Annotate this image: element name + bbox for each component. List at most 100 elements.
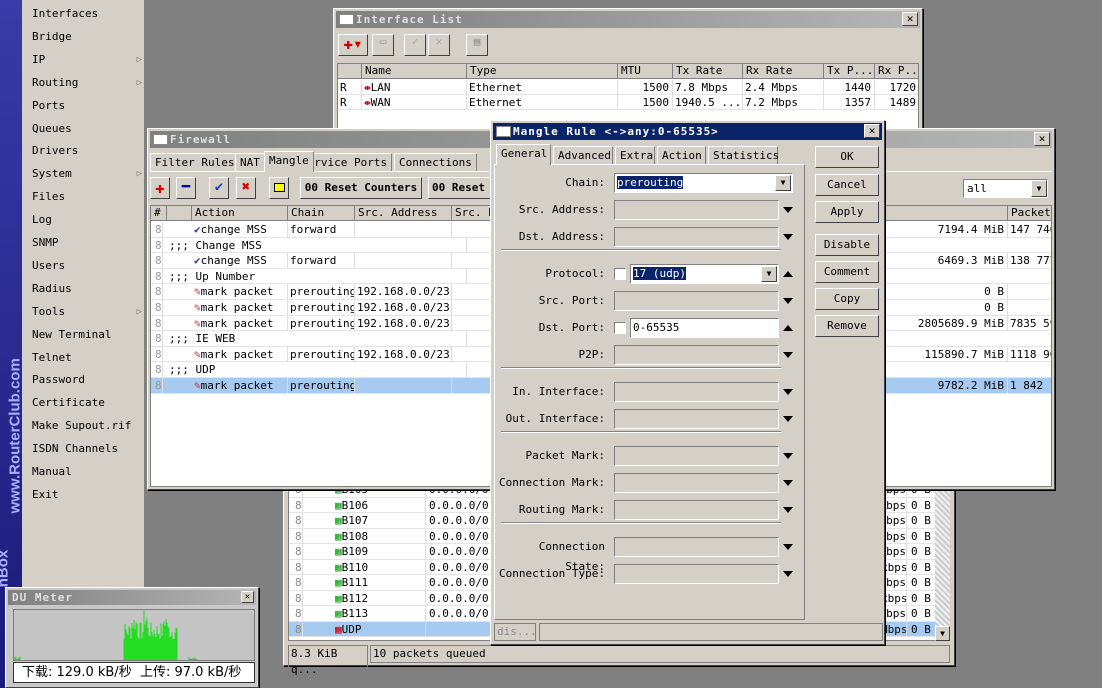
filter-select[interactable]: all ▼ [963,179,1048,198]
expand-arrow-icon[interactable] [783,207,793,213]
column-header[interactable]: Rx Rate [743,64,824,79]
disable-button[interactable]: Disable [815,234,879,256]
tab-connections[interactable]: Connections [394,153,477,171]
sidebar-item-queues[interactable]: Queues [32,118,142,140]
close-button[interactable]: ✕ [1034,132,1050,146]
reset-counters-button[interactable]: 00 Reset Counters [300,177,422,199]
expand-arrow-icon[interactable] [783,480,793,486]
collapse-arrow-icon[interactable] [783,271,793,277]
column-header[interactable] [338,64,362,79]
remove-button[interactable]: ━ [176,177,196,199]
chevron-down-icon[interactable]: ▼ [775,175,791,191]
scrollbar[interactable]: ▼ [935,475,950,641]
tab-extra[interactable]: Extra [615,146,655,164]
sidebar-item-certificate[interactable]: Certificate [32,392,142,414]
ok-button[interactable]: OK [815,146,879,168]
sidebar-item-exit[interactable]: Exit [32,484,142,506]
table-row[interactable]: R ⇹WAN Ethernet 1500 1940.5 ... 7.2 Mbps 1357 1… [338,95,918,110]
out-interface-field[interactable] [614,409,779,429]
sidebar-item-new-terminal[interactable]: New Terminal [32,324,142,346]
protocol-negate-checkbox[interactable] [614,268,626,280]
protocol-field[interactable]: 17 (udp) ▼ [630,264,779,284]
sidebar-item-telnet[interactable]: Telnet [32,347,142,369]
remove-button[interactable]: Remove [815,315,879,337]
expand-arrow-icon[interactable] [783,544,793,550]
title-bar[interactable]: DU Meter ✕ [8,590,256,605]
expand-arrow-icon[interactable] [783,352,793,358]
remove-button[interactable]: ▭ [372,34,394,56]
expand-arrow-icon[interactable] [783,389,793,395]
packet-mark-field[interactable] [614,446,779,466]
sidebar-item-users[interactable]: Users [32,255,142,277]
close-button[interactable]: ✕ [241,591,254,603]
p-p-field[interactable] [614,345,779,365]
expand-arrow-icon[interactable] [783,298,793,304]
tab-mangle[interactable]: Mangle [264,151,314,172]
column-header[interactable]: # [151,206,167,221]
sidebar-item-ports[interactable]: Ports [32,95,142,117]
column-header[interactable]: MTU [618,64,673,79]
comment-button[interactable]: ▤ [466,34,488,56]
in-interface-field[interactable] [614,382,779,402]
expand-arrow-icon[interactable] [783,453,793,459]
comment-button[interactable] [269,177,289,199]
collapse-arrow-icon[interactable] [783,325,793,331]
sidebar-item-bridge[interactable]: Bridge [32,26,142,48]
routing-mark-field[interactable] [614,500,779,520]
tab-filter-rules[interactable]: Filter Rules [150,153,240,171]
sidebar-item-ip[interactable]: IP ▷ [32,49,142,71]
table-row[interactable]: R ⇹LAN Ethernet 1500 7.8 Mbps 2.4 Mbps 1440 172… [338,80,918,95]
column-header[interactable]: Tx P... [824,64,875,79]
scroll-down-button[interactable]: ▼ [935,626,950,641]
column-header[interactable] [167,206,192,221]
chevron-down-icon[interactable]: ▼ [1031,180,1047,197]
expand-arrow-icon[interactable] [783,234,793,240]
add-button[interactable]: ✚ [150,177,170,199]
column-header[interactable]: Packets [1008,206,1051,221]
connection-mark-field[interactable] [614,473,779,493]
column-header[interactable]: Rx P... [875,64,918,79]
apply-button[interactable]: Apply [815,201,879,223]
tab-general[interactable]: General [496,144,551,165]
src-port-field[interactable] [614,291,779,311]
sidebar-item-drivers[interactable]: Drivers [32,140,142,162]
title-bar[interactable]: Interface List ✕ [336,11,920,28]
column-header[interactable]: Tx Rate [673,64,743,79]
add-button[interactable]: ✚▾ [338,34,368,56]
dst-port-field[interactable]: 0-65535 [630,318,779,338]
reset-all-counters-button[interactable]: 00 Reset [428,177,494,199]
tab-advanced[interactable]: Advanced [553,146,613,164]
column-header[interactable]: Src. Address [355,206,452,221]
enable-button[interactable]: ✔ [209,177,229,199]
expand-arrow-icon[interactable] [783,416,793,422]
copy-button[interactable]: Copy [815,288,879,310]
disable-button[interactable]: ✕ [428,34,450,56]
chevron-down-icon[interactable]: ▼ [761,266,777,282]
sidebar-item-system[interactable]: System ▷ [32,163,142,185]
sidebar-item-interfaces[interactable]: Interfaces [32,3,142,25]
title-bar[interactable]: Mangle Rule <->any:0-65535> ✕ [493,123,882,140]
sidebar-item-files[interactable]: Files [32,186,142,208]
enable-button[interactable]: ✓ [404,34,426,56]
column-header[interactable]: Action [192,206,288,221]
tab-statistics[interactable]: Statistics [708,146,779,164]
expand-arrow-icon[interactable] [783,571,793,577]
cancel-button[interactable]: Cancel [815,174,879,196]
connection-state-field[interactable] [614,537,779,557]
sidebar-item-radius[interactable]: Radius [32,278,142,300]
sidebar-item-tools[interactable]: Tools ▷ [32,301,142,323]
sidebar-item-log[interactable]: Log [32,209,142,231]
column-header[interactable]: Type [467,64,618,79]
column-header[interactable]: Chain [288,206,355,221]
comment-button[interactable]: Comment [815,261,879,283]
chain-field[interactable]: prerouting ▼ [614,173,793,193]
close-button[interactable]: ✕ [902,12,918,26]
sidebar-item-snmp[interactable]: SNMP [32,232,142,254]
expand-arrow-icon[interactable] [783,507,793,513]
tab-action[interactable]: Action [657,146,706,164]
sidebar-item-isdn-channels[interactable]: ISDN Channels [32,438,142,460]
column-header[interactable]: Name [362,64,467,79]
sidebar-item-manual[interactable]: Manual [32,461,142,483]
src-address-field[interactable] [614,200,779,220]
close-button[interactable]: ✕ [864,124,880,138]
